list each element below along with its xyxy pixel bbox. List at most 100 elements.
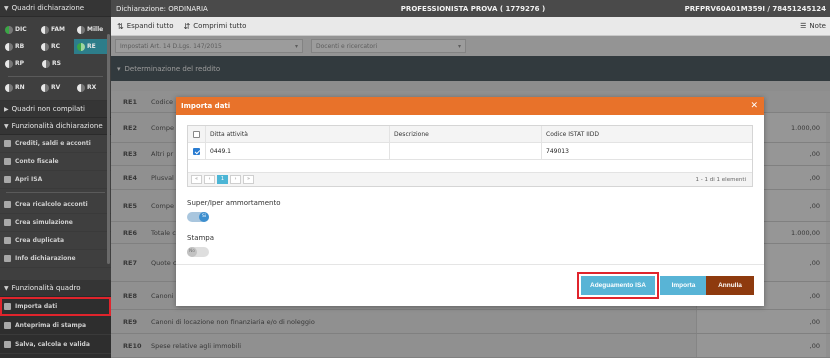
col-descrizione[interactable]: Descrizione bbox=[390, 126, 542, 142]
cell-ditta: 0449.1 bbox=[206, 143, 390, 159]
menu-label: Crea duplicata bbox=[15, 236, 65, 244]
chevron-down-icon: ▼ bbox=[4, 4, 9, 12]
declaration-type: Dichiarazione: ORDINARIA bbox=[116, 4, 208, 13]
open-icon bbox=[4, 176, 11, 183]
quadro-chip-rb[interactable]: RB bbox=[2, 39, 37, 54]
pagination: « ‹ 1 › » 1 - 1 di 1 elementi bbox=[188, 172, 752, 186]
next-page-button[interactable]: › bbox=[230, 175, 241, 184]
select-all-cell bbox=[188, 126, 206, 142]
stampa-toggle[interactable]: No bbox=[187, 247, 209, 257]
menu-duplicata[interactable]: Crea duplicata bbox=[0, 232, 111, 250]
chip-row-3: RP RS bbox=[2, 56, 109, 71]
quadro-chip-rp[interactable]: RP bbox=[2, 56, 38, 71]
row-select-cell bbox=[188, 143, 206, 159]
chevron-down-icon: ▼ bbox=[4, 284, 9, 292]
status-half-circle-icon bbox=[5, 59, 13, 68]
quadro-chip-fam[interactable]: FAM bbox=[38, 22, 73, 37]
menu-label: Anteprima di stampa bbox=[15, 321, 87, 329]
row-checkbox[interactable] bbox=[193, 147, 200, 155]
toolbar: ⇅ Espandi tutto ⇵ Comprimi tutto ☰ Note bbox=[111, 17, 830, 36]
coins-icon bbox=[4, 140, 11, 147]
table-row[interactable]: 0449.1 749013 bbox=[188, 143, 752, 160]
menu-label: Conto fiscale bbox=[15, 157, 59, 165]
super-iper-toggle[interactable]: Si bbox=[187, 212, 209, 222]
chip-label: RX bbox=[87, 84, 97, 91]
chip-label: RC bbox=[51, 43, 61, 50]
chip-label: RN bbox=[15, 84, 25, 91]
print-icon bbox=[4, 321, 11, 329]
table-header: Ditta attività Descrizione Codice ISTAT … bbox=[188, 126, 752, 143]
quadri-chips: DIC FAM Mille RB RC RE RP RS RN RV RX bbox=[0, 17, 111, 101]
menu-crediti[interactable]: Crediti, saldi e acconti bbox=[0, 135, 111, 153]
stampa-label: Stampa bbox=[187, 234, 215, 242]
menu-anteprima-stampa[interactable]: Anteprima di stampa bbox=[0, 316, 111, 335]
current-page-button[interactable]: 1 bbox=[217, 175, 228, 184]
chip-label: FAM bbox=[51, 26, 66, 33]
sidebar-scrollbar[interactable] bbox=[107, 34, 110, 264]
menu-label: Apri ISA bbox=[15, 175, 43, 183]
pagination-info: 1 - 1 di 1 elementi bbox=[695, 176, 746, 183]
col-ditta[interactable]: Ditta attività bbox=[206, 126, 390, 142]
quadro-chip-dic[interactable]: DIC bbox=[2, 22, 37, 37]
cell-descrizione bbox=[390, 143, 542, 159]
menu-conto-fiscale[interactable]: Conto fiscale bbox=[0, 153, 111, 171]
col-istat[interactable]: Codice ISTAT IIDD bbox=[542, 126, 752, 142]
dialog-header: Importa dati ✕ bbox=[176, 97, 764, 115]
status-half-circle-icon bbox=[5, 42, 13, 51]
sidebar-bottom: ▼ Funzionalità quadro Importa dati Antep… bbox=[0, 280, 111, 358]
ledger-icon bbox=[4, 158, 11, 165]
save-icon bbox=[4, 340, 11, 348]
status-half-circle-icon bbox=[41, 42, 49, 51]
expand-label: Espandi tutto bbox=[126, 22, 174, 30]
divider bbox=[6, 189, 105, 193]
menu-info[interactable]: Info dichiarazione bbox=[0, 250, 111, 268]
chip-row-4: RN RV RX bbox=[2, 80, 109, 95]
menu-apri-isa[interactable]: Apri ISA bbox=[0, 171, 111, 189]
chip-label: DIC bbox=[15, 26, 27, 33]
notes-label: Note bbox=[809, 22, 826, 30]
menu-importa-dati[interactable]: Importa dati bbox=[0, 297, 111, 316]
quadro-chip-rv[interactable]: RV bbox=[38, 80, 73, 95]
menu-ricalcolo-acconti[interactable]: Crea ricalcolo acconti bbox=[0, 196, 111, 214]
copy-icon bbox=[4, 237, 11, 244]
toggle-knob: No bbox=[187, 247, 197, 257]
importa-button[interactable]: Importa bbox=[660, 276, 707, 295]
first-page-button[interactable]: « bbox=[191, 175, 202, 184]
annulla-button[interactable]: Annulla bbox=[706, 276, 754, 295]
quadro-chip-rs[interactable]: RS bbox=[39, 56, 75, 71]
non-compilati-title: Quadri non compilati bbox=[11, 104, 85, 113]
status-half-circle-icon bbox=[42, 59, 50, 68]
funzionalita-quadro-title: Funzionalità quadro bbox=[11, 283, 81, 292]
close-icon[interactable]: ✕ bbox=[750, 101, 758, 111]
quadro-chip-rn[interactable]: RN bbox=[2, 80, 37, 95]
menu-salva-calcola[interactable]: Salva, calcola e valida bbox=[0, 335, 111, 354]
toggle-knob: Si bbox=[199, 212, 209, 222]
quadro-chip-re[interactable]: RE bbox=[74, 39, 109, 54]
quadro-chip-rc[interactable]: RC bbox=[38, 39, 73, 54]
menu-label: Crediti, saldi e acconti bbox=[15, 139, 91, 147]
collapse-label: Comprimi tutto bbox=[193, 22, 247, 30]
chip-label: RV bbox=[51, 84, 61, 91]
last-page-button[interactable]: » bbox=[243, 175, 254, 184]
expand-icon: ⇅ bbox=[117, 21, 124, 31]
super-iper-label: Super/Iper ammortamento bbox=[187, 199, 281, 207]
quadro-chip-mille[interactable]: Mille bbox=[74, 22, 109, 37]
table-empty-area bbox=[188, 160, 752, 172]
select-all-checkbox[interactable] bbox=[193, 130, 200, 138]
status-half-circle-icon bbox=[77, 83, 85, 92]
menu-simulazione[interactable]: Crea simulazione bbox=[0, 214, 111, 232]
prev-page-button[interactable]: ‹ bbox=[204, 175, 215, 184]
quadri-section-header[interactable]: ▼ Quadri dichiarazione bbox=[0, 0, 111, 17]
notes-button[interactable]: ☰ Note bbox=[800, 22, 830, 30]
funzionalita-quadro-header[interactable]: ▼ Funzionalità quadro bbox=[0, 280, 111, 297]
adeguamento-isa-button[interactable]: Adeguamento ISA bbox=[577, 272, 659, 299]
chip-label: RE bbox=[87, 43, 96, 50]
info-icon bbox=[4, 255, 11, 262]
chip-label: RP bbox=[15, 60, 25, 67]
quadro-chip-rx[interactable]: RX bbox=[74, 80, 109, 95]
status-half-circle-icon bbox=[5, 25, 13, 34]
collapse-all-button[interactable]: ⇵ Comprimi tutto bbox=[178, 22, 251, 31]
expand-all-button[interactable]: ⇅ Espandi tutto bbox=[111, 22, 178, 31]
funzionalita-dichiarazione-header[interactable]: ▼ Funzionalità dichiarazione bbox=[0, 118, 111, 135]
non-compilati-header[interactable]: ▶ Quadri non compilati bbox=[0, 101, 111, 118]
